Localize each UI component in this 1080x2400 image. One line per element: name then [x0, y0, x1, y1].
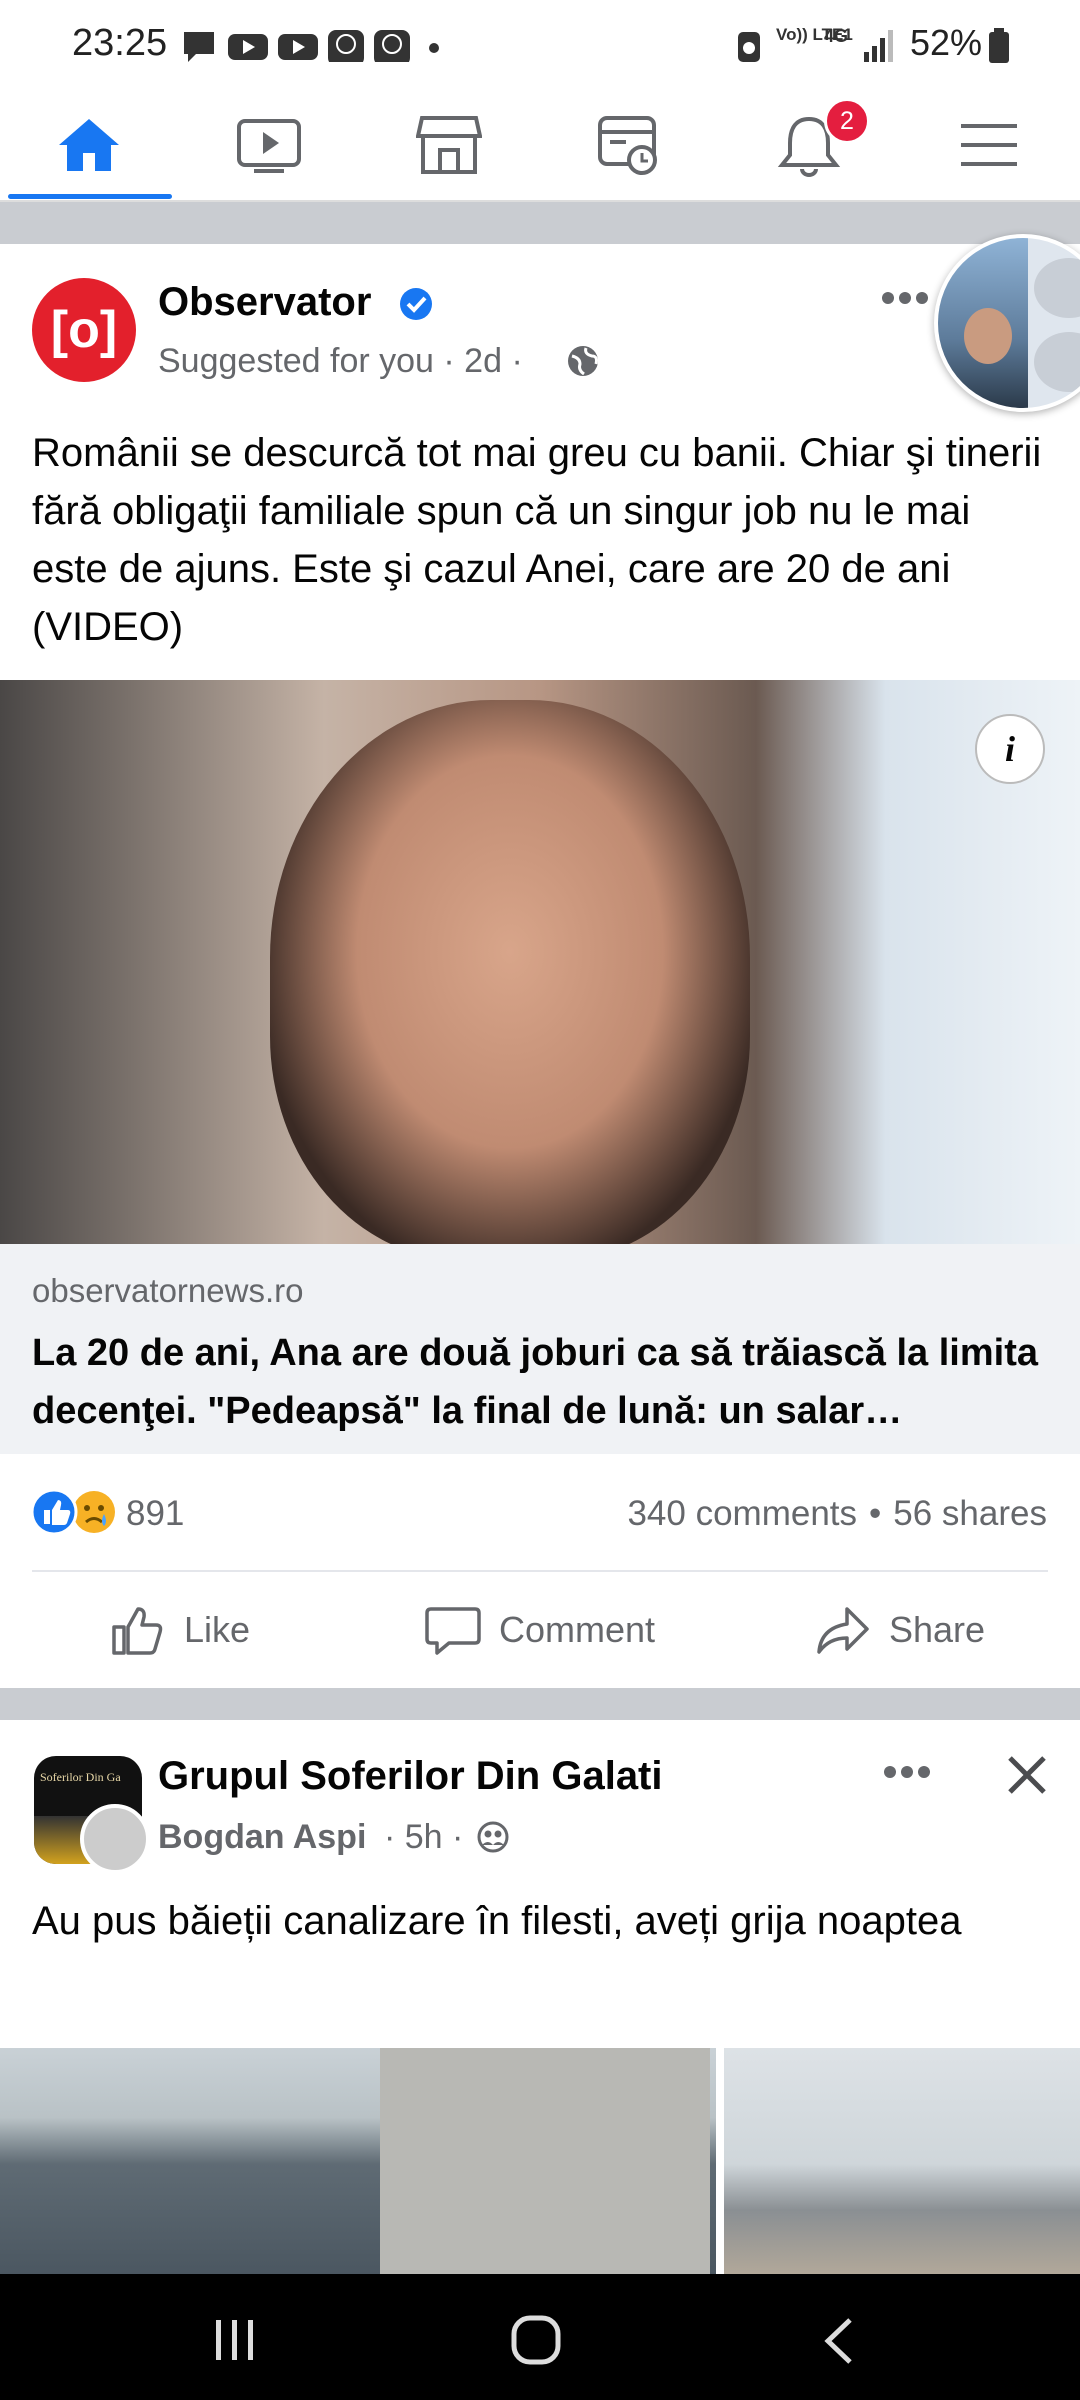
marketplace-icon — [416, 116, 482, 174]
page-avatar[interactable]: [o] — [32, 278, 136, 382]
comment-icon — [425, 1607, 481, 1655]
network-type: 4G — [824, 26, 849, 46]
link-title: La 20 de ani, Ana are două joburi ca să … — [32, 1332, 1038, 1432]
alarm-icon — [738, 32, 760, 62]
share-label: Share — [888, 1609, 986, 1650]
tab-marketplace[interactable] — [360, 90, 538, 200]
tab-watch[interactable] — [180, 90, 358, 200]
group-avatar-logo: Soferilor Din Ga — [40, 1770, 121, 1784]
recent-apps-icon[interactable] — [212, 2318, 260, 2362]
photo-wall — [380, 2048, 710, 2280]
info-icon[interactable]: i — [975, 714, 1045, 784]
reaction-icons[interactable] — [30, 1488, 120, 1536]
signal-icon — [864, 30, 893, 62]
post-meta: · 5h · — [384, 1818, 464, 1856]
post-video-thumbnail[interactable]: i — [0, 680, 1080, 1244]
post-actions: Like Comment Share — [0, 1574, 1080, 1686]
verified-badge-icon — [400, 288, 432, 320]
menu-icon — [961, 124, 1017, 166]
like-button[interactable]: Like — [0, 1574, 360, 1686]
tab-menu[interactable] — [900, 90, 1078, 200]
tab-home[interactable] — [0, 90, 178, 200]
like-icon — [112, 1607, 163, 1655]
author-avatar[interactable] — [80, 1804, 150, 1874]
contact-placeholder-icon — [1034, 258, 1080, 318]
back-icon[interactable] — [820, 2316, 860, 2366]
link-preview[interactable]: observatornews.ro La 20 de ani, Ana are … — [0, 1244, 1080, 1454]
share-count[interactable]: 56 shares — [893, 1494, 1047, 1534]
post-text: Românii se descurcă tot mai greu cu bani… — [32, 431, 1042, 649]
notification-icons — [184, 30, 439, 62]
clock: 23:25 — [72, 22, 168, 64]
reaction-count[interactable]: 891 — [126, 1494, 184, 1534]
author-name[interactable]: Bogdan Aspi — [158, 1818, 366, 1857]
comment-button[interactable]: Comment — [360, 1574, 720, 1686]
post-meta: Suggested for you · 2d · — [158, 342, 523, 380]
more-options-icon[interactable] — [882, 1762, 932, 1782]
tab-notifications[interactable]: 2 — [720, 90, 898, 200]
group-name[interactable]: Grupul Soferilor Din Galati — [158, 1754, 663, 1799]
engagement-counts: 340 comments • 56 shares — [627, 1494, 1047, 1534]
battery-percent: 52% — [910, 22, 983, 63]
post-photo[interactable] — [0, 2048, 716, 2280]
chat-head-bubble[interactable] — [934, 234, 1080, 412]
comment-label: Comment — [498, 1609, 656, 1650]
post-text: Au pus băieții canalizare în filesti, av… — [32, 1899, 962, 1943]
status-bar: 23:25 Vo)) LTE1 4G 52% — [0, 0, 1080, 90]
tab-memories[interactable] — [540, 90, 718, 200]
observator-logo: [o] — [50, 301, 118, 359]
count-separator: • — [869, 1494, 882, 1533]
link-domain: observatornews.ro — [32, 1272, 304, 1309]
chat-head-face — [964, 308, 1012, 364]
like-label: Like — [183, 1609, 251, 1650]
memories-icon — [598, 116, 657, 175]
video-subject — [270, 700, 750, 1244]
top-navigation: 2 — [0, 90, 1080, 202]
post-card: Soferilor Din Ga Grupul Soferilor Din Ga… — [0, 1720, 1080, 2280]
comment-count[interactable]: 340 comments — [627, 1494, 857, 1534]
home-icon — [59, 119, 119, 171]
globe-icon — [568, 346, 598, 376]
system-navigation-bar — [0, 2274, 1080, 2400]
home-button-icon[interactable] — [510, 2314, 564, 2368]
watch-icon — [237, 119, 301, 173]
share-icon — [817, 1607, 869, 1654]
more-options-icon[interactable] — [880, 288, 930, 308]
page-name[interactable]: Observator — [158, 280, 371, 325]
share-button[interactable]: Share — [720, 1574, 1080, 1686]
post-photo[interactable] — [724, 2048, 1080, 2280]
group-members-icon — [477, 1821, 509, 1853]
contact-placeholder-icon — [1034, 332, 1080, 392]
notification-badge: 2 — [824, 98, 870, 144]
battery-icon — [989, 28, 1009, 63]
post-card: [o] Observator Suggested for you · 2d · … — [0, 234, 1080, 1688]
divider — [32, 1570, 1048, 1572]
close-icon[interactable] — [1006, 1754, 1048, 1796]
active-tab-indicator — [8, 194, 172, 199]
